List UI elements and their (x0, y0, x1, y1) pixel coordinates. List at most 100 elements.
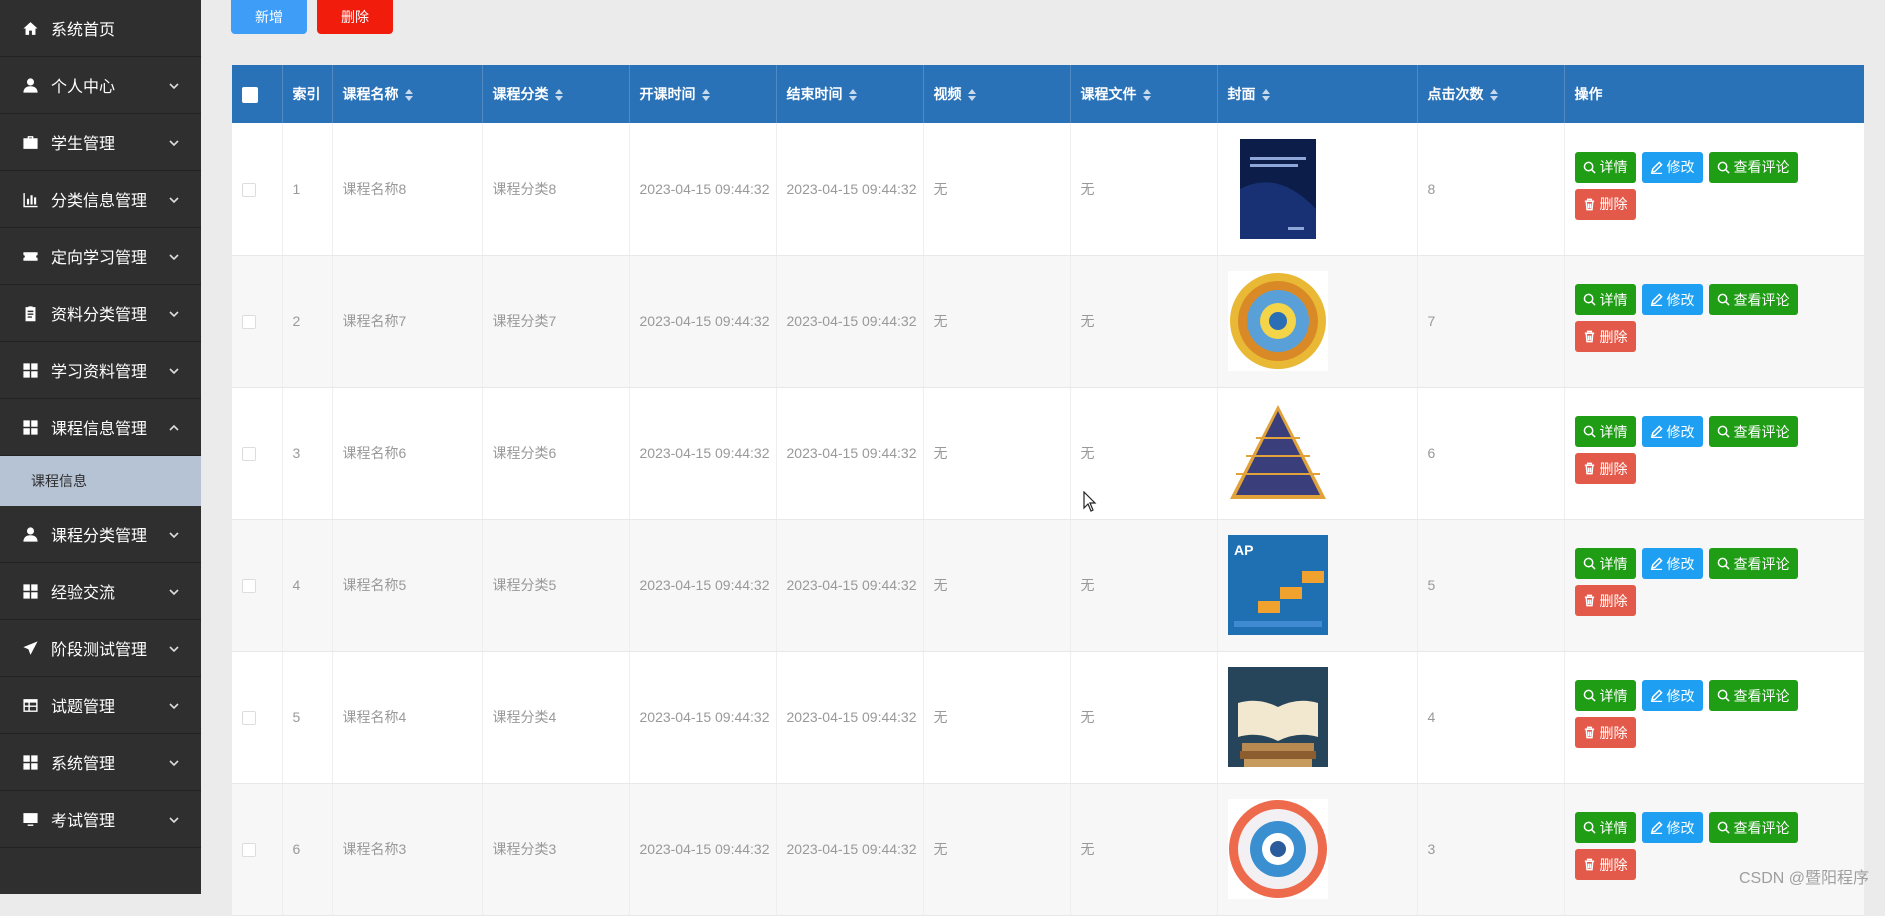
sidebar-item-12[interactable]: 系统管理 (0, 734, 201, 791)
course-category-cell: 课程分类3 (482, 783, 630, 916)
view-comments-button[interactable]: 查看评论 (1708, 284, 1798, 315)
row-checkbox[interactable] (242, 711, 256, 726)
user-icon (21, 525, 39, 543)
bar-chart-icon (21, 190, 39, 208)
view-comments-button[interactable]: 查看评论 (1708, 151, 1798, 183)
row-delete-button[interactable]: 删除 (1574, 453, 1636, 484)
clicks-cell: 5 (1417, 519, 1565, 652)
row-checkbox[interactable] (242, 843, 256, 858)
cover-image[interactable] (1227, 799, 1328, 899)
cover-cell (1217, 123, 1418, 256)
detail-button[interactable]: 详情 (1574, 680, 1636, 711)
row-select-cell (232, 387, 283, 520)
course-file-cell: 无 (1070, 123, 1218, 256)
row-delete-button[interactable]: 删除 (1574, 188, 1636, 220)
sidebar-item-7[interactable]: 课程信息管理 (0, 399, 201, 456)
row-delete-button[interactable]: 删除 (1574, 849, 1636, 880)
edit-button[interactable]: 修改 (1641, 416, 1703, 447)
sidebar-subitem-course-info[interactable]: 课程信息 (0, 456, 201, 506)
cover-image[interactable] (1227, 403, 1328, 503)
index-cell: 3 (282, 387, 333, 520)
edit-button[interactable]: 修改 (1641, 284, 1703, 315)
view-comments-button[interactable]: 查看评论 (1708, 416, 1798, 447)
row-delete-button[interactable]: 删除 (1574, 585, 1636, 616)
sidebar-item-10[interactable]: 阶段测试管理 (0, 620, 201, 677)
sidebar-item-3[interactable]: 分类信息管理 (0, 171, 201, 228)
sort-icon[interactable] (1261, 89, 1270, 102)
header-video[interactable]: 视频 (923, 65, 1071, 123)
course-name-cell: 课程名称7 (332, 255, 483, 388)
briefcase-icon (21, 133, 39, 151)
chevron-down-icon (169, 78, 179, 90)
cover-image[interactable] (1227, 667, 1328, 767)
header-cover[interactable]: 封面 (1217, 65, 1418, 123)
detail-button[interactable]: 详情 (1574, 548, 1636, 579)
chevron-down-icon (169, 192, 179, 204)
header-category[interactable]: 课程分类 (482, 65, 630, 123)
view-comments-button[interactable]: 查看评论 (1708, 548, 1798, 579)
detail-button[interactable]: 详情 (1574, 151, 1636, 183)
sidebar-item-13[interactable]: 考试管理 (0, 791, 201, 848)
cover-image[interactable] (1227, 271, 1328, 371)
detail-button[interactable]: 详情 (1574, 284, 1636, 315)
header-end-time[interactable]: 结束时间 (776, 65, 924, 123)
row-checkbox[interactable] (242, 447, 256, 462)
sort-icon[interactable] (701, 89, 710, 102)
row-checkbox[interactable] (242, 579, 256, 594)
search-icon (1583, 557, 1600, 570)
search-icon (1717, 161, 1734, 174)
view-comments-button[interactable]: 查看评论 (1708, 812, 1798, 843)
row-delete-button[interactable]: 删除 (1574, 321, 1636, 352)
sidebar-item-11[interactable]: 试题管理 (0, 677, 201, 734)
start-time-cell: 2023-04-15 09:44:32 (629, 783, 777, 916)
trash-icon (1583, 594, 1600, 607)
course-category-cell: 课程分类5 (482, 519, 630, 652)
edit-icon (1650, 689, 1667, 702)
sidebar-item-0[interactable]: 系统首页 (0, 0, 201, 57)
select-all-checkbox[interactable] (242, 86, 258, 103)
cover-image[interactable] (1228, 138, 1328, 239)
sidebar-item-6[interactable]: 学习资料管理 (0, 342, 201, 399)
sidebar-item-9[interactable]: 经验交流 (0, 563, 201, 620)
sidebar-item-5[interactable]: 资料分类管理 (0, 285, 201, 342)
row-delete-button[interactable]: 删除 (1574, 717, 1636, 748)
edit-button[interactable]: 修改 (1641, 680, 1703, 711)
home-icon (21, 19, 39, 37)
row-checkbox[interactable] (242, 315, 256, 330)
sidebar-item-2[interactable]: 学生管理 (0, 114, 201, 171)
chevron-down-icon (169, 755, 179, 767)
delete-button[interactable]: 删除 (317, 0, 393, 34)
edit-button[interactable]: 修改 (1641, 812, 1703, 843)
sort-icon[interactable] (404, 89, 413, 102)
edit-button[interactable]: 修改 (1641, 548, 1703, 579)
trash-icon (1583, 330, 1600, 343)
sort-icon[interactable] (554, 89, 563, 102)
header-clicks[interactable]: 点击次数 (1417, 65, 1565, 123)
sort-icon[interactable] (848, 89, 857, 102)
detail-button[interactable]: 详情 (1574, 416, 1636, 447)
sidebar-item-label: 试题管理 (51, 699, 116, 716)
course-category-cell: 课程分类4 (482, 651, 630, 784)
sort-icon[interactable] (1489, 89, 1498, 102)
chevron-down-icon (169, 812, 179, 824)
chevron-down-icon (169, 527, 179, 539)
header-course-file[interactable]: 课程文件 (1070, 65, 1218, 123)
cover-image[interactable]: AP (1227, 535, 1328, 635)
sidebar-item-8[interactable]: 课程分类管理 (0, 506, 201, 563)
header-start-time[interactable]: 开课时间 (629, 65, 777, 123)
clipboard-icon (21, 304, 39, 322)
header-name[interactable]: 课程名称 (332, 65, 483, 123)
add-button[interactable]: 新增 (231, 0, 307, 34)
cover-cell: AP (1217, 519, 1418, 652)
view-comments-button[interactable]: 查看评论 (1708, 680, 1798, 711)
sort-icon[interactable] (967, 89, 976, 102)
edit-button[interactable]: 修改 (1641, 151, 1703, 183)
sidebar-item-label: 考试管理 (51, 813, 116, 830)
row-checkbox[interactable] (242, 183, 256, 198)
sort-icon[interactable] (1142, 89, 1151, 102)
detail-button[interactable]: 详情 (1574, 812, 1636, 843)
sidebar-item-1[interactable]: 个人中心 (0, 57, 201, 114)
sidebar-item-4[interactable]: 定向学习管理 (0, 228, 201, 285)
course-name-cell: 课程名称6 (332, 387, 483, 520)
user-icon (21, 76, 39, 94)
